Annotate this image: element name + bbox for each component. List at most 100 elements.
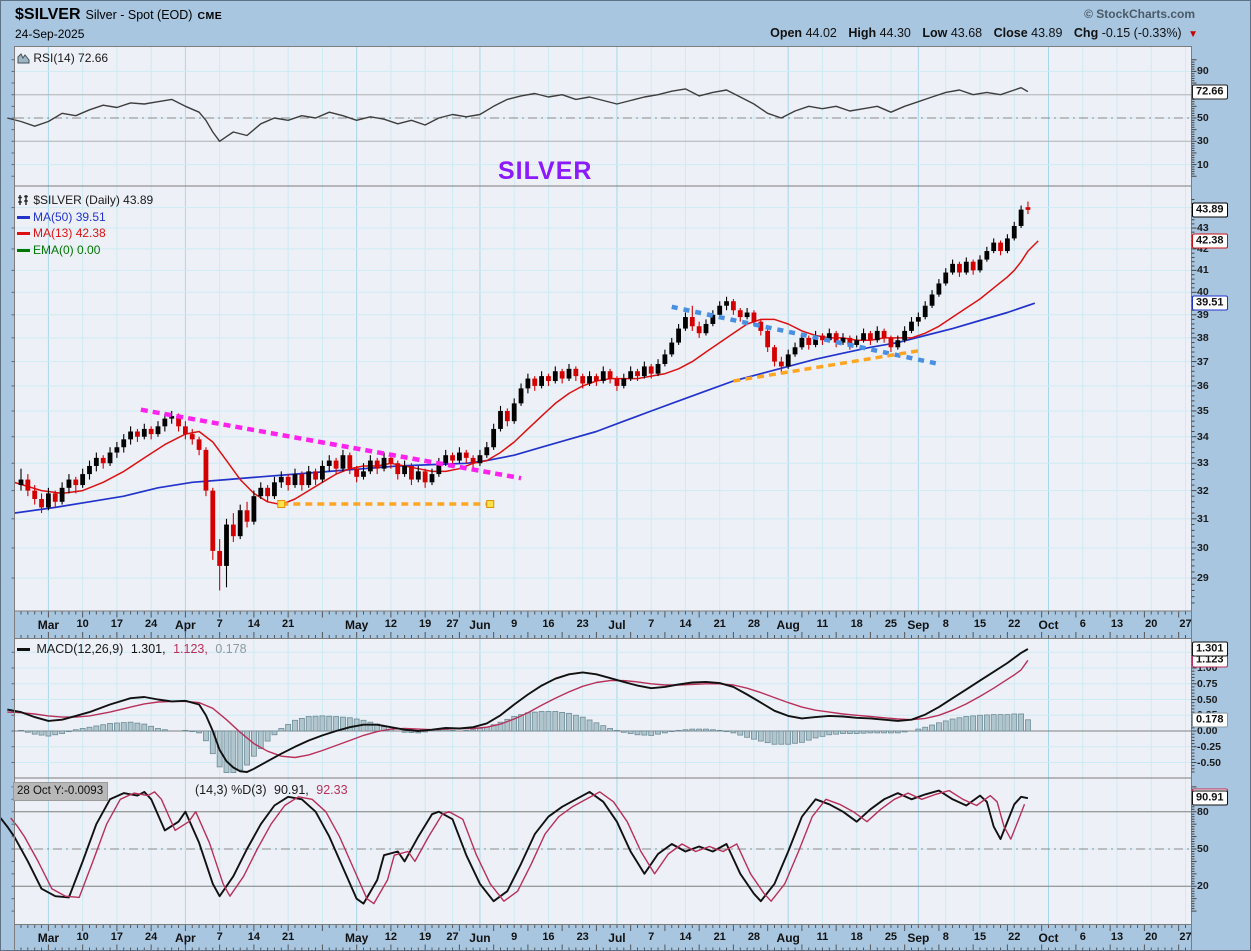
chart-title: $SILVER Silver - Spot (EOD) CME [15, 6, 222, 24]
x-axis-label: Mar [37, 617, 60, 632]
y-axis-label: -0.50 [1197, 756, 1221, 769]
x-axis-label: 24 [145, 930, 158, 943]
chg-value: -0.15 (-0.33%) [1101, 26, 1182, 40]
value-callout: 42.38 [1192, 233, 1228, 249]
macd-hist-value: 0.178 [215, 642, 247, 656]
symbol-description: Silver - Spot (EOD) [85, 8, 193, 22]
x-axis-label: 16 [542, 617, 555, 630]
high-label: High [848, 26, 877, 40]
x-axis-label: 14 [247, 930, 261, 943]
open-label: Open [770, 26, 803, 40]
chart-canvas[interactable] [1, 1, 1251, 951]
y-axis-label: 36 [1197, 379, 1209, 392]
x-axis-label: 21 [713, 930, 726, 943]
x-axis-label: 7 [216, 617, 223, 630]
ema-value: 0.00 [77, 242, 101, 257]
x-axis-label: Jun [469, 930, 491, 945]
line-swatch-icon [17, 248, 30, 252]
x-axis-label: May [344, 930, 369, 945]
x-axis-label: 13 [1110, 930, 1124, 943]
close-value: 43.89 [1031, 26, 1063, 40]
ma13-label: MA(13) [33, 226, 73, 240]
y-axis-label: 32 [1197, 484, 1209, 497]
price-legend-last: 43.89 [123, 193, 154, 207]
crosshair-tooltip: 28 Oct Y:-0.0093 [13, 782, 109, 801]
x-axis-label: 8 [942, 930, 949, 943]
macd-legend-label: MACD(12,26,9) [36, 642, 124, 656]
chart-date: 24-Sep-2025 [15, 27, 85, 41]
value-callout: 43.89 [1192, 202, 1228, 218]
x-axis-label: May [344, 617, 369, 632]
y-axis-label: 20 [1197, 880, 1209, 893]
x-axis-label: 25 [884, 617, 898, 630]
x-axis-label: 19 [419, 617, 432, 630]
y-axis-label: 37 [1197, 355, 1209, 368]
ma13-value: 42.38 [75, 226, 106, 240]
x-axis-label: 6 [1079, 930, 1086, 943]
x-axis-label: 27 [446, 617, 459, 630]
x-axis-label: 18 [850, 617, 863, 630]
ma50-value: 39.51 [75, 209, 106, 224]
x-axis-label: 11 [816, 617, 829, 630]
line-swatch-icon [17, 648, 30, 652]
ema-label: EMA(0) [33, 242, 74, 257]
x-axis-label: 25 [884, 930, 898, 943]
y-axis-label: 80 [1197, 805, 1209, 818]
x-axis-label: Apr [175, 617, 196, 632]
x-axis-label: 12 [384, 617, 398, 630]
x-axis-label: Jul [608, 930, 626, 945]
line-swatch-icon [17, 215, 30, 219]
price-panel-bg [15, 186, 1192, 611]
ma50-label: MA(50) [33, 209, 73, 224]
y-axis-label: 0.50 [1197, 693, 1218, 706]
x-axis-label: 19 [419, 930, 432, 943]
price-legend: $SILVER (Daily) 43.89 MA(50) 39.51 MA(13… [17, 193, 153, 257]
x-axis-label: 22 [1008, 930, 1021, 943]
sto-k-value: 90.91, [274, 783, 309, 797]
y-axis-label: 43 [1197, 222, 1209, 235]
stockcharts-chart: $SILVER Silver - Spot (EOD) CME 24-Sep-202… [0, 0, 1251, 951]
x-axis-label: 21 [713, 617, 726, 630]
x-axis-label: 24 [145, 617, 158, 630]
line-swatch-icon [17, 232, 30, 236]
x-axis-label: 23 [576, 617, 589, 630]
x-axis-label: Mar [37, 930, 60, 945]
x-axis-label: 27 [446, 930, 459, 943]
x-axis-label: 18 [850, 930, 863, 943]
x-axis-label: 12 [384, 930, 398, 943]
x-axis-label: Oct [1038, 617, 1059, 632]
x-axis-label: 14 [247, 617, 261, 630]
rsi-legend: RSI(14) 72.66 [17, 51, 108, 65]
x-axis-label: 27 [1179, 930, 1192, 943]
quote-bar: Open 44.02 High 44.30 Low 43.68 Close 43… [762, 26, 1198, 40]
x-axis-label: 15 [973, 930, 987, 943]
chg-label: Chg [1073, 26, 1099, 40]
x-axis-label: 11 [816, 930, 829, 943]
x-axis-label: 10 [76, 930, 89, 943]
x-axis-label: 21 [282, 617, 295, 630]
copyright: © StockCharts.com [1084, 7, 1195, 21]
x-axis-label: Jun [469, 617, 491, 632]
area-chart-icon [17, 53, 30, 64]
open-value: 44.02 [805, 26, 837, 40]
y-axis-label: 29 [1197, 572, 1209, 585]
y-axis-label: 30 [1197, 135, 1209, 148]
y-axis-label: 10 [1197, 158, 1209, 171]
x-axis-label: 13 [1110, 617, 1124, 630]
x-axis-label: Jul [608, 617, 626, 632]
macd-value: 1.301, [130, 642, 166, 656]
x-axis-label: 28 [747, 930, 761, 943]
value-callout: 0.178 [1192, 712, 1228, 728]
x-axis-label: 17 [110, 617, 124, 630]
x-axis-label: 21 [282, 930, 295, 943]
y-axis-label: 41 [1197, 264, 1209, 277]
sto-panel-bg [15, 778, 1192, 924]
y-axis-label: 35 [1197, 404, 1209, 417]
x-axis-label: 9 [511, 617, 518, 630]
ma13-legend: MA(13) 42.38 [17, 226, 153, 240]
y-axis-label: 0.75 [1197, 677, 1218, 690]
x-axis-label: 16 [542, 930, 555, 943]
price-legend-title: $SILVER (Daily) 43.89 [17, 193, 153, 207]
x-axis-label: Oct [1038, 930, 1059, 945]
y-axis-label: 34 [1197, 430, 1209, 443]
